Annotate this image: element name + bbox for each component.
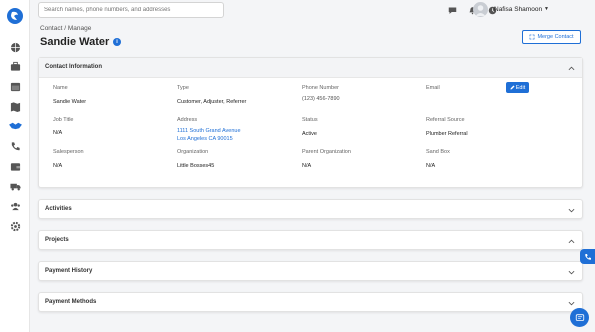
- panel-title: Payment History: [45, 268, 93, 274]
- name-label: Name: [53, 85, 68, 91]
- sidebar: [0, 0, 30, 332]
- page-title: Sandie Water: [40, 36, 110, 48]
- projects-panel[interactable]: Projects: [38, 230, 583, 250]
- globe-icon[interactable]: [8, 40, 22, 54]
- merge-icon: [530, 34, 535, 40]
- panel-title: Payment Methods: [45, 299, 97, 305]
- address-line2-link[interactable]: Los Angeles CA 90015: [177, 135, 233, 143]
- activities-panel[interactable]: Activities: [38, 199, 583, 219]
- job-title-label: Job Title: [53, 117, 74, 123]
- sandbox-label: Sand Box: [426, 149, 450, 155]
- type-value: Customer, Adjuster, Referrer: [177, 99, 247, 105]
- salesperson-label: Salesperson: [53, 149, 84, 155]
- briefcase-icon[interactable]: [8, 59, 22, 73]
- address-label: Address: [177, 117, 198, 123]
- email-label: Email: [426, 85, 440, 91]
- app-logo[interactable]: [7, 8, 23, 24]
- users-icon[interactable]: [8, 199, 22, 213]
- chevron-down-icon[interactable]: [568, 269, 575, 276]
- phone-icon[interactable]: [8, 139, 22, 153]
- panel-title: Projects: [45, 237, 69, 243]
- chevron-up-icon[interactable]: [568, 65, 575, 72]
- chevron-down-icon[interactable]: [568, 207, 575, 214]
- organization-value: Little Bosses45: [177, 163, 215, 169]
- payment-history-panel[interactable]: Payment History: [38, 261, 583, 281]
- type-label: Type: [177, 85, 189, 91]
- chevron-up-icon[interactable]: [568, 238, 575, 245]
- map-icon[interactable]: [8, 99, 22, 113]
- job-title-value: N/A: [53, 130, 63, 136]
- name-value: Sandie Water: [53, 99, 87, 105]
- status-value: Active: [302, 131, 317, 137]
- panel-title: Activities: [45, 206, 72, 212]
- sandbox-value: N/A: [426, 163, 436, 169]
- merge-contact-label: Merge Contact: [537, 34, 574, 40]
- organization-label: Organization: [177, 149, 209, 155]
- calendar-icon[interactable]: [8, 79, 22, 93]
- parent-organization-value: N/A: [302, 163, 312, 169]
- message-icon: [575, 313, 584, 321]
- status-label: Status: [302, 117, 318, 123]
- info-icon[interactable]: i: [113, 38, 121, 46]
- handshake-icon[interactable]: [5, 118, 25, 132]
- contact-info-header[interactable]: Contact Information: [39, 58, 582, 78]
- search-input[interactable]: [38, 2, 224, 18]
- gear-icon[interactable]: [8, 219, 22, 233]
- caret-down-icon[interactable]: ▼: [544, 6, 549, 12]
- breadcrumb: Contact / Manage: [40, 25, 92, 32]
- truck-icon[interactable]: [8, 179, 22, 193]
- phone-icon: [584, 253, 591, 260]
- salesperson-value: N/A: [53, 163, 63, 169]
- phone-dialer-button[interactable]: [580, 249, 595, 264]
- avatar[interactable]: [473, 2, 488, 17]
- panel-title: Contact Information: [45, 64, 102, 70]
- referral-value: Plumber Referral: [426, 131, 468, 137]
- chat-button[interactable]: [570, 308, 589, 327]
- phone-value: (123) 456-7890: [302, 96, 340, 102]
- wallet-icon[interactable]: [8, 159, 22, 173]
- referral-label: Referral Source: [426, 117, 465, 123]
- pencil-icon: [510, 85, 515, 90]
- chat-icon[interactable]: [447, 5, 458, 16]
- user-name[interactable]: Nafisa Shamoon: [494, 6, 542, 13]
- chevron-down-icon[interactable]: [568, 300, 575, 307]
- payment-methods-panel[interactable]: Payment Methods: [38, 292, 583, 312]
- parent-organization-label: Parent Organization: [302, 149, 351, 155]
- edit-label: Edit: [515, 84, 526, 91]
- merge-contact-button[interactable]: Merge Contact: [522, 30, 581, 44]
- edit-button[interactable]: Edit: [506, 82, 529, 93]
- address-line1-link[interactable]: 1111 South Grand Avenue: [177, 127, 241, 135]
- phone-label: Phone Number: [302, 85, 339, 91]
